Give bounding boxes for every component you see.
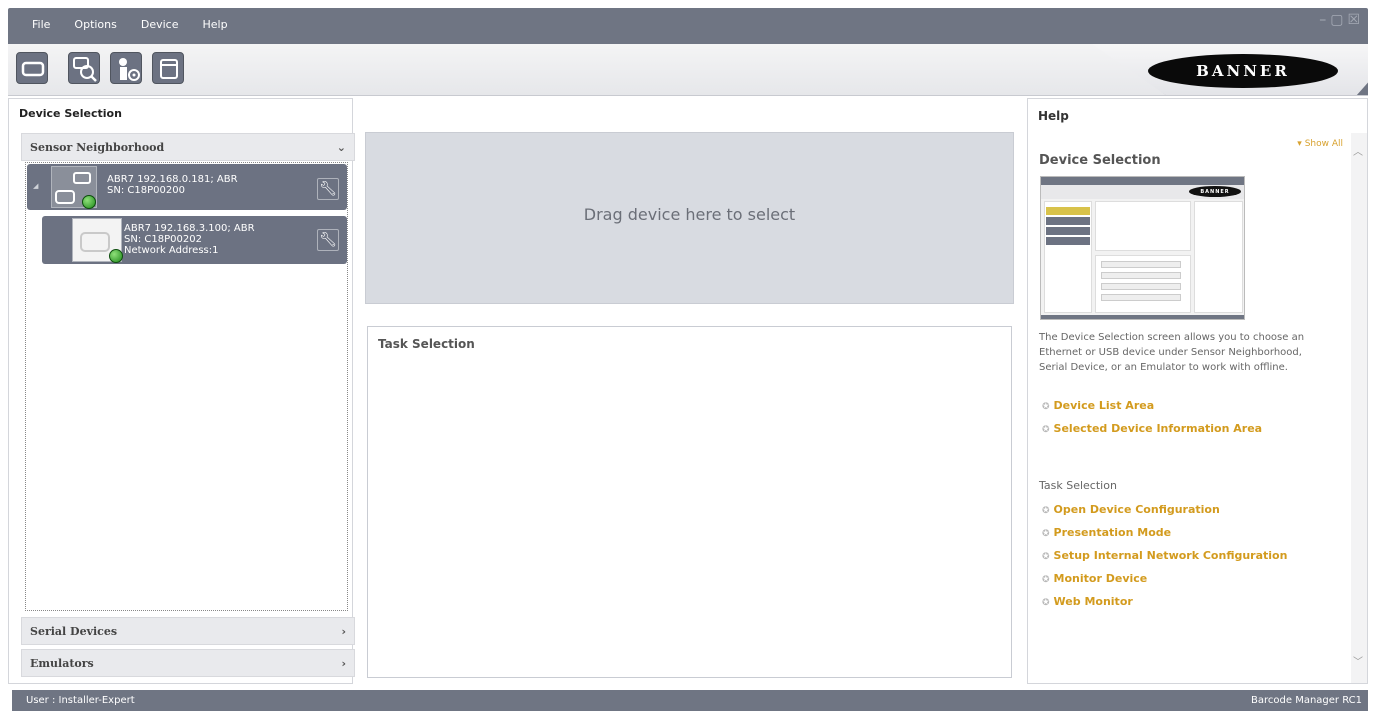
help-description: The Device Selection screen allows you t… <box>1039 332 1305 373</box>
link-bullet-icon: ✪ <box>1042 552 1050 562</box>
link-setup-internal-network[interactable]: ✪ Setup Internal Network Configuration <box>1042 549 1287 562</box>
close-button[interactable]: ☒ <box>1347 12 1360 28</box>
panel-title: Device Selection <box>19 107 122 120</box>
chevron-down-icon: ⌄ <box>336 140 346 154</box>
help-scrollbar[interactable]: ︿ ﹀ <box>1351 133 1367 683</box>
scroll-up-icon[interactable]: ︿ <box>1353 143 1363 158</box>
status-app-name: Barcode Manager RC1 <box>1251 695 1362 706</box>
link-bullet-icon: ✪ <box>1042 402 1050 412</box>
device-selection-panel: Device Selection Sensor Neighborhood ⌄ ◢… <box>8 98 355 684</box>
link-monitor-device[interactable]: ✪ Monitor Device <box>1042 572 1147 585</box>
window-icon[interactable] <box>152 52 184 84</box>
device-serial: SN: C18P00200 <box>107 185 185 196</box>
task-selection-title: Task Selection <box>378 337 475 351</box>
serial-devices-header[interactable]: Serial Devices › <box>21 617 355 645</box>
link-presentation-mode[interactable]: ✪ Presentation Mode <box>1042 526 1171 539</box>
search-device-icon[interactable] <box>68 52 100 84</box>
device-network-address: Network Address:1 <box>124 245 219 256</box>
link-bullet-icon: ✪ <box>1042 506 1050 516</box>
window-controls: – ▢ ☒ <box>1319 12 1360 28</box>
emulators-label: Emulators <box>30 656 94 670</box>
title-bar: File Options Device Help – ▢ ☒ <box>8 8 1368 44</box>
link-open-device-configuration[interactable]: ✪ Open Device Configuration <box>1042 503 1220 516</box>
link-bullet-icon: ✪ <box>1042 529 1050 539</box>
device-serial: SN: C18P00202 <box>124 234 202 245</box>
toolbar: BANNER <box>8 44 1368 96</box>
link-bullet-icon: ✪ <box>1042 425 1050 435</box>
status-user: User : Installer-Expert <box>26 695 135 706</box>
banner-logo: BANNER <box>1148 54 1338 88</box>
device-item-2[interactable]: ABR7 192.168.3.100; ABR SN: C18P00202 Ne… <box>42 216 347 264</box>
link-selected-device-info[interactable]: ✪ Selected Device Information Area <box>1042 422 1262 435</box>
help-heading: Device Selection <box>1039 153 1161 168</box>
show-all-link[interactable]: ▾ Show All <box>1297 139 1343 149</box>
drop-zone-text: Drag device here to select <box>583 204 796 224</box>
menu-file[interactable]: File <box>20 18 62 31</box>
wrench-icon[interactable]: 🔧︎ <box>317 178 339 200</box>
serial-devices-label: Serial Devices <box>30 624 118 638</box>
link-web-monitor[interactable]: ✪ Web Monitor <box>1042 595 1133 608</box>
minimize-button[interactable]: – <box>1319 12 1326 28</box>
status-online-icon <box>82 195 96 209</box>
user-settings-icon[interactable] <box>110 52 142 84</box>
wrench-icon[interactable]: 🔧︎ <box>317 229 339 251</box>
link-bullet-icon: ✪ <box>1042 575 1050 585</box>
device-item-1[interactable]: ◢ ABR7 192.168.0.181; ABR SN: C18P00200 … <box>27 164 347 210</box>
expand-icon[interactable]: ◢ <box>33 182 38 190</box>
device-name: ABR7 192.168.0.181; ABR <box>107 174 238 185</box>
device-name: ABR7 192.168.3.100; ABR <box>124 223 255 234</box>
menu-options[interactable]: Options <box>62 18 128 31</box>
status-online-icon <box>109 249 123 263</box>
scroll-down-icon[interactable]: ﹀ <box>1353 653 1363 668</box>
menu-bar: File Options Device Help <box>20 18 240 31</box>
device-thumbnail <box>72 218 123 263</box>
restore-button[interactable]: ▢ <box>1330 12 1343 28</box>
status-bar: User : Installer-Expert Barcode Manager … <box>12 690 1368 711</box>
link-bullet-icon: ✪ <box>1042 598 1050 608</box>
menu-help[interactable]: Help <box>191 18 240 31</box>
link-device-list-area[interactable]: ✪ Device List Area <box>1042 399 1154 412</box>
device-icon[interactable] <box>16 52 48 84</box>
sensor-neighborhood-label: Sensor Neighborhood <box>30 140 165 154</box>
thumb-logo: BANNER <box>1189 186 1241 197</box>
sensor-neighborhood-header[interactable]: Sensor Neighborhood ⌄ <box>21 133 355 161</box>
help-title: Help <box>1038 109 1069 123</box>
help-subheading: Task Selection <box>1039 479 1117 492</box>
triangle-down-icon: ▾ <box>1297 139 1305 149</box>
emulators-header[interactable]: Emulators › <box>21 649 355 677</box>
chevron-right-icon: › <box>341 656 346 670</box>
device-thumbnail <box>51 166 97 209</box>
device-list[interactable]: ◢ ABR7 192.168.0.181; ABR SN: C18P00200 … <box>25 162 348 611</box>
menu-device[interactable]: Device <box>129 18 191 31</box>
task-selection-panel: Task Selection <box>367 326 1012 678</box>
help-screenshot-thumbnail: BANNER <box>1040 176 1245 320</box>
chevron-right-icon: › <box>341 624 346 638</box>
help-panel: Help ︿ ﹀ ▾ Show All Device Selection BAN… <box>1027 98 1368 684</box>
device-drop-zone[interactable]: Drag device here to select <box>365 132 1014 304</box>
